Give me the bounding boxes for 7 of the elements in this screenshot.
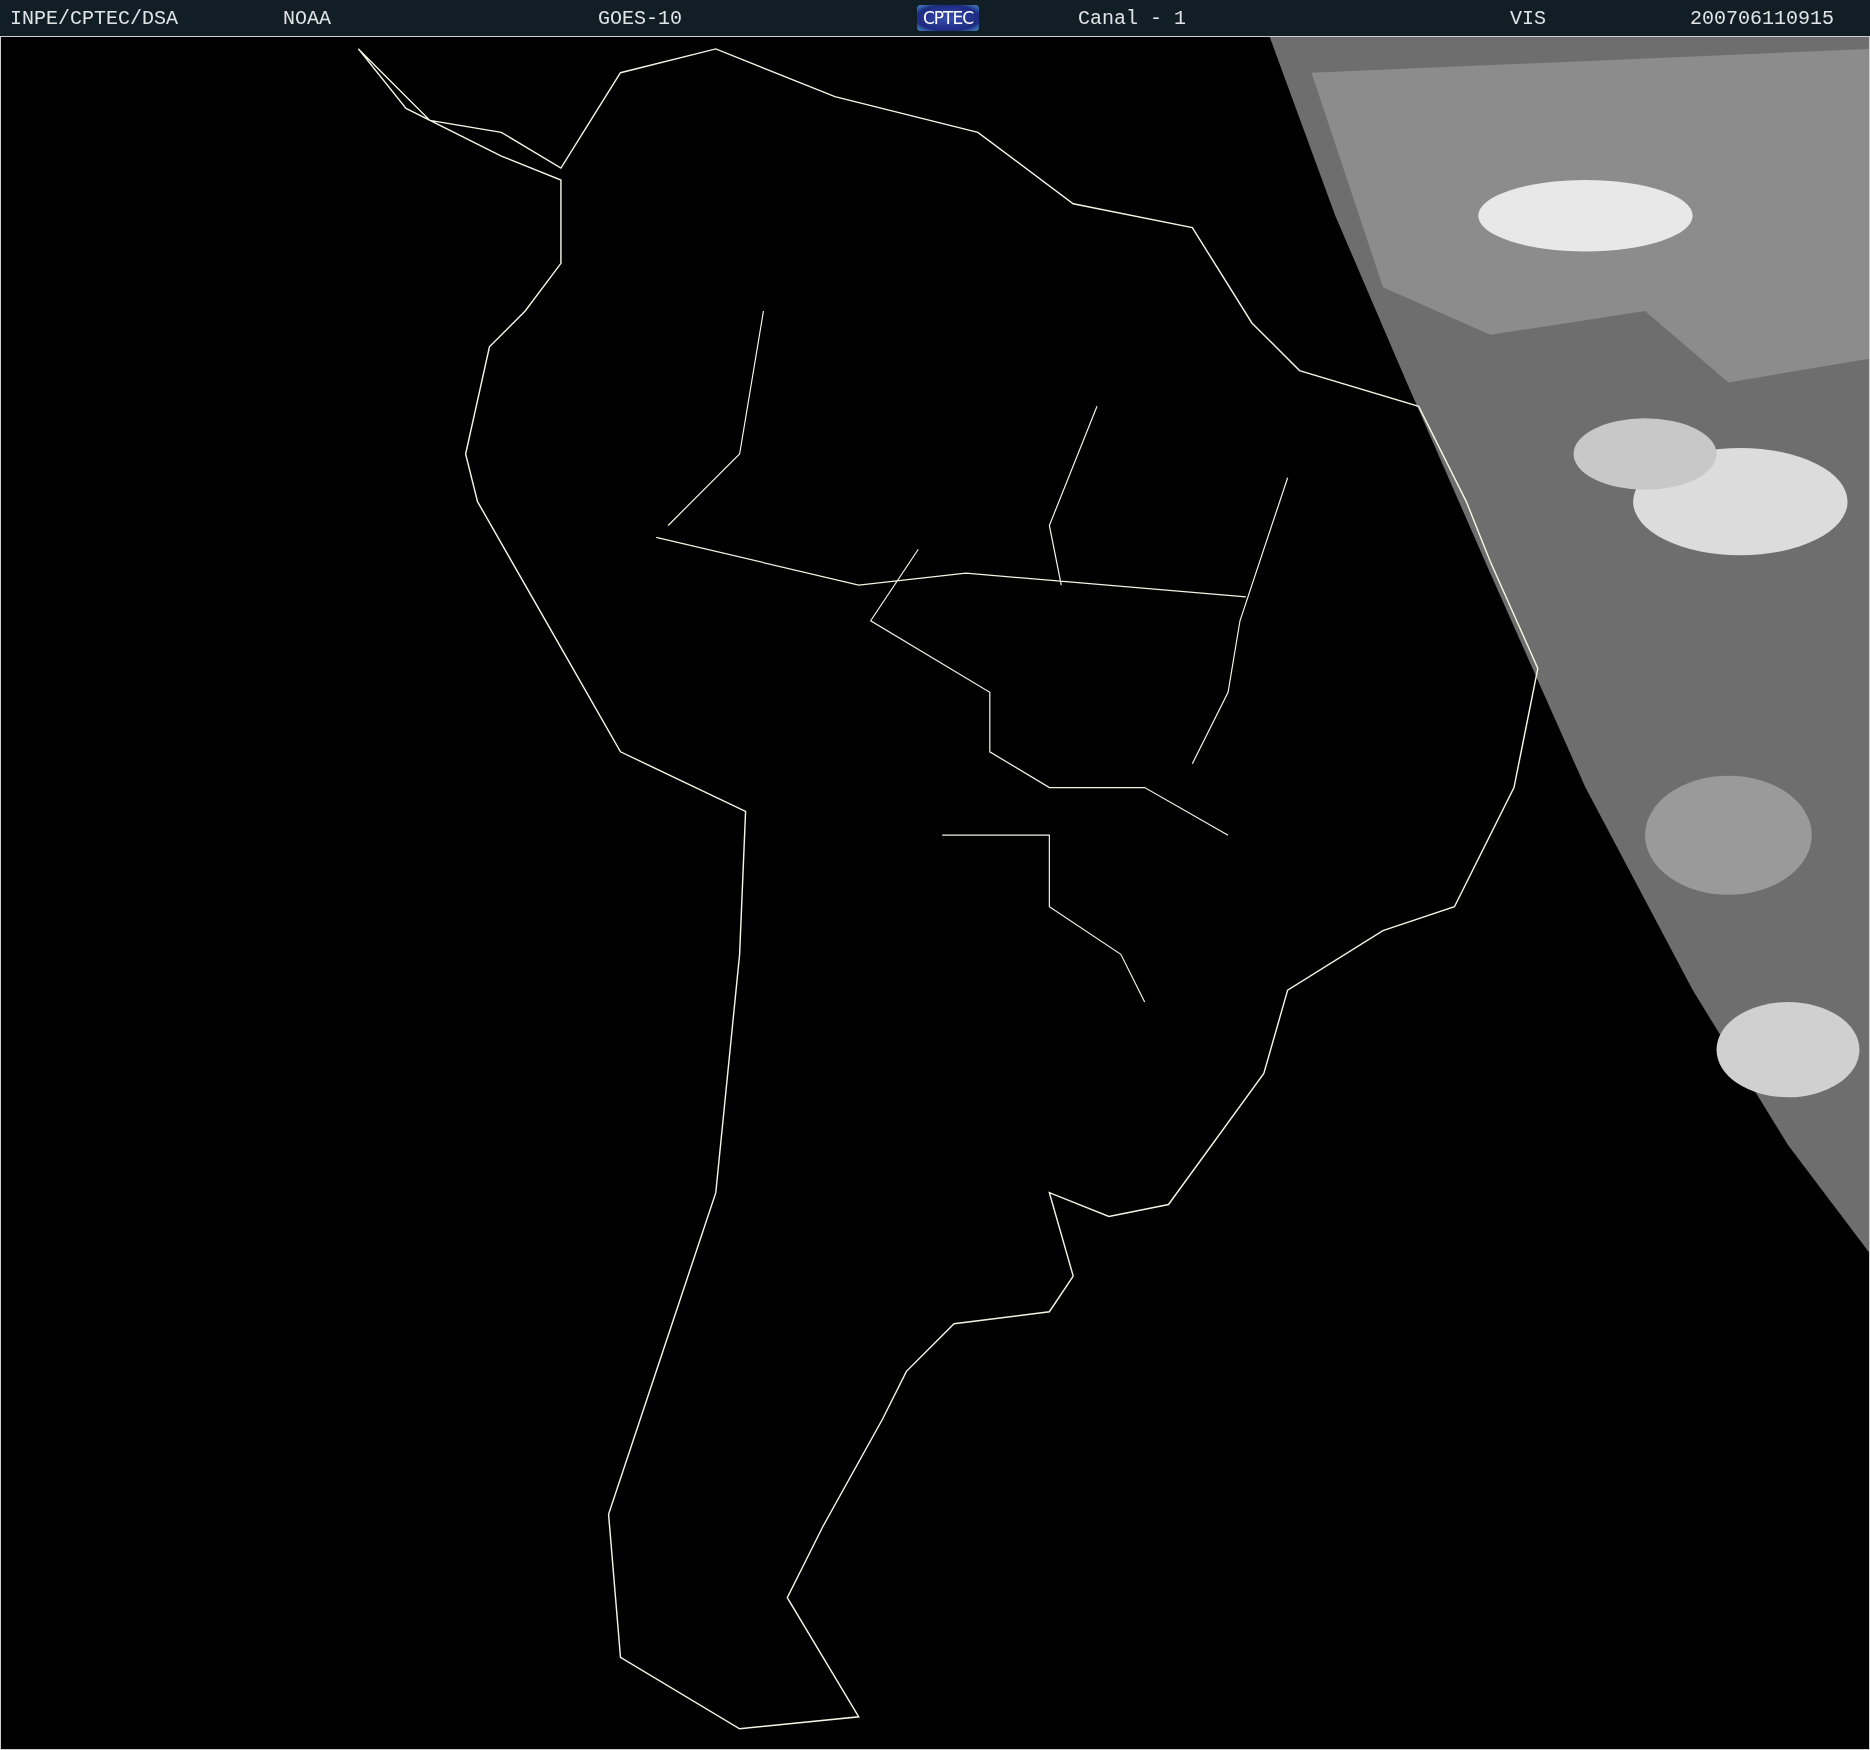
header-label: 200706110915: [1690, 6, 1835, 30]
logo: CPTEC: [917, 5, 980, 31]
header-label: Canal - 1: [1078, 6, 1187, 30]
header-label: GOES-10: [598, 6, 682, 30]
header-label: VIS: [1510, 6, 1546, 30]
header-label: INPE/CPTEC/DSA: [10, 6, 179, 30]
header-label: NOAA: [283, 6, 331, 30]
